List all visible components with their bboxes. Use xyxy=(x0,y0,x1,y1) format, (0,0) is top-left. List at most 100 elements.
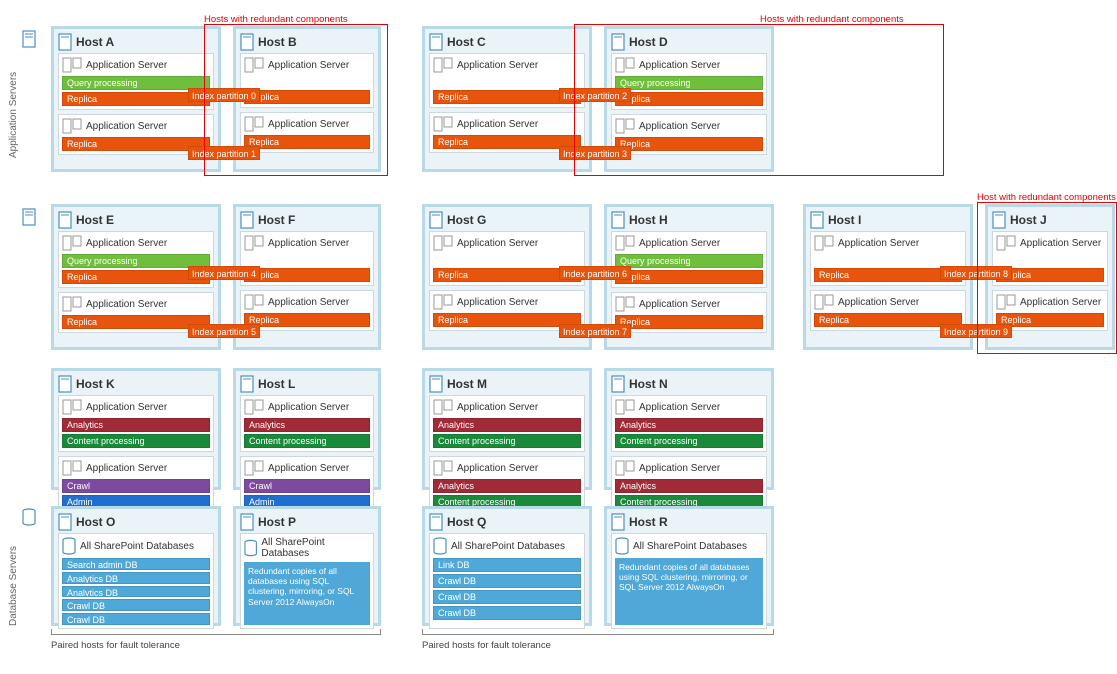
app-server-label: Application Server xyxy=(639,299,720,310)
server-icon xyxy=(22,30,36,48)
server-icon xyxy=(240,33,254,51)
app-server-label: Application Server xyxy=(1020,297,1101,308)
appserver-icon xyxy=(433,235,453,251)
content-processing: Content processing xyxy=(615,434,763,448)
host-label: Host A xyxy=(76,35,114,49)
host-p: Host P All SharePoint Databases Redundan… xyxy=(233,506,381,626)
database-icon xyxy=(62,537,76,555)
appserver-icon xyxy=(615,460,635,476)
host-k: Host K Application ServerAnalyticsConten… xyxy=(51,368,221,490)
replica: Replica xyxy=(615,270,763,284)
appserver-icon xyxy=(433,294,453,310)
appserver-icon xyxy=(244,460,264,476)
index-partition-1: Index partition 1 xyxy=(188,146,260,160)
db-item: Crawl DB xyxy=(433,574,581,588)
app-server-label: Application Server xyxy=(1020,238,1101,249)
server-icon xyxy=(58,33,72,51)
server-icon xyxy=(992,211,1006,229)
app-server: Application Server Replica xyxy=(240,53,374,108)
appserver-icon xyxy=(244,116,264,132)
server-icon xyxy=(58,211,72,229)
app-server-label: Application Server xyxy=(268,297,349,308)
app-server: Application Server Replica xyxy=(611,114,767,155)
host-label: Host E xyxy=(76,213,114,227)
db-item: Crawl DB xyxy=(433,606,581,620)
content-processing: Content processing xyxy=(433,434,581,448)
app-server-label: Application Server xyxy=(838,238,919,249)
content-processing: Content processing xyxy=(62,434,210,448)
analytics: Analytics xyxy=(244,418,370,432)
app-server-label: Application Server xyxy=(457,119,538,130)
appserver-icon xyxy=(615,57,635,73)
app-server: Application Server Analytics Content proce… xyxy=(611,395,767,452)
server-icon xyxy=(429,33,443,51)
app-server-label: Application Server xyxy=(268,119,349,130)
db-title: All SharePoint Databases xyxy=(80,541,194,552)
db-title: All SharePoint Databases xyxy=(451,541,565,552)
app-server-label: Application Server xyxy=(86,60,167,71)
app-server: Application Server Replica xyxy=(611,292,767,333)
appserver-icon xyxy=(996,235,1016,251)
app-server-label: Application Server xyxy=(457,60,538,71)
app-server-label: Application Server xyxy=(268,463,349,474)
app-server-label: Application Server xyxy=(86,299,167,310)
index-partition-2: Index partition 2 xyxy=(559,88,631,102)
redundant-label-1: Hosts with redundant components xyxy=(204,14,348,25)
analytics: Analytics xyxy=(615,418,763,432)
app-server-label: Application Server xyxy=(268,60,349,71)
redundant-label-2: Hosts with redundant components xyxy=(760,14,904,25)
app-server-label: Application Server xyxy=(86,463,167,474)
app-server: Application ServerCrawlAdmin xyxy=(58,456,214,513)
index-partition-4: Index partition 4 xyxy=(188,266,260,280)
replica: Replica xyxy=(615,92,763,106)
db-item: Crawl DB xyxy=(62,613,210,625)
server-icon xyxy=(611,211,625,229)
appserver-icon xyxy=(62,296,82,312)
app-server-label: Application Server xyxy=(457,238,538,249)
host-label: Host L xyxy=(258,377,295,391)
appserver-icon xyxy=(814,294,834,310)
db-servers-label: Database Servers xyxy=(8,506,19,626)
host-r: Host R All SharePoint Databases Redundan… xyxy=(604,506,774,626)
appserver-icon xyxy=(814,235,834,251)
app-server: Application ServerAnalyticsContent proce… xyxy=(429,456,585,513)
db-container: All SharePoint Databases Link DB Crawl D… xyxy=(429,533,585,629)
appserver-icon xyxy=(433,399,453,415)
appserver-icon xyxy=(62,460,82,476)
index-partition-8: Index partition 8 xyxy=(940,266,1012,280)
server-icon xyxy=(58,375,72,393)
host-label: Host R xyxy=(629,515,668,529)
index-partition-6: Index partition 6 xyxy=(559,266,631,280)
host-label: Host H xyxy=(629,213,668,227)
db-item: Crawl DB xyxy=(433,590,581,604)
appserver-icon xyxy=(433,116,453,132)
appserver-icon xyxy=(62,235,82,251)
app-server-label: Application Server xyxy=(639,60,720,71)
app-server-label: Application Server xyxy=(639,402,720,413)
app-server: Application ServerReplica xyxy=(240,231,374,286)
server-icon xyxy=(611,375,625,393)
app-server-label: Application Server xyxy=(86,121,167,132)
server-icon xyxy=(240,513,254,531)
host-label: Host G xyxy=(447,213,486,227)
database-icon xyxy=(433,537,447,555)
app-server: Application Server Replica xyxy=(240,112,374,153)
app-server: Application ServerAnalyticsContent proce… xyxy=(58,395,214,452)
crawl: Crawl xyxy=(244,479,370,493)
server-icon xyxy=(429,211,443,229)
analytics: Analytics xyxy=(433,418,581,432)
appserver-icon xyxy=(433,460,453,476)
replica: Replica xyxy=(244,90,370,104)
server-icon xyxy=(611,513,625,531)
db-item: Link DB xyxy=(433,558,581,572)
app-server-label: Application Server xyxy=(639,238,720,249)
host-o: Host O All SharePoint Databases Search a… xyxy=(51,506,221,626)
host-label: Host I xyxy=(828,213,861,227)
host-label: Host Q xyxy=(447,515,486,529)
host-label: Host K xyxy=(76,377,115,391)
db-container: All SharePoint Databases Redundant copie… xyxy=(611,533,767,629)
server-icon xyxy=(611,33,625,51)
app-server-label: Application Server xyxy=(639,463,720,474)
analytics: Analytics xyxy=(615,479,763,493)
replica: Replica xyxy=(615,315,763,329)
